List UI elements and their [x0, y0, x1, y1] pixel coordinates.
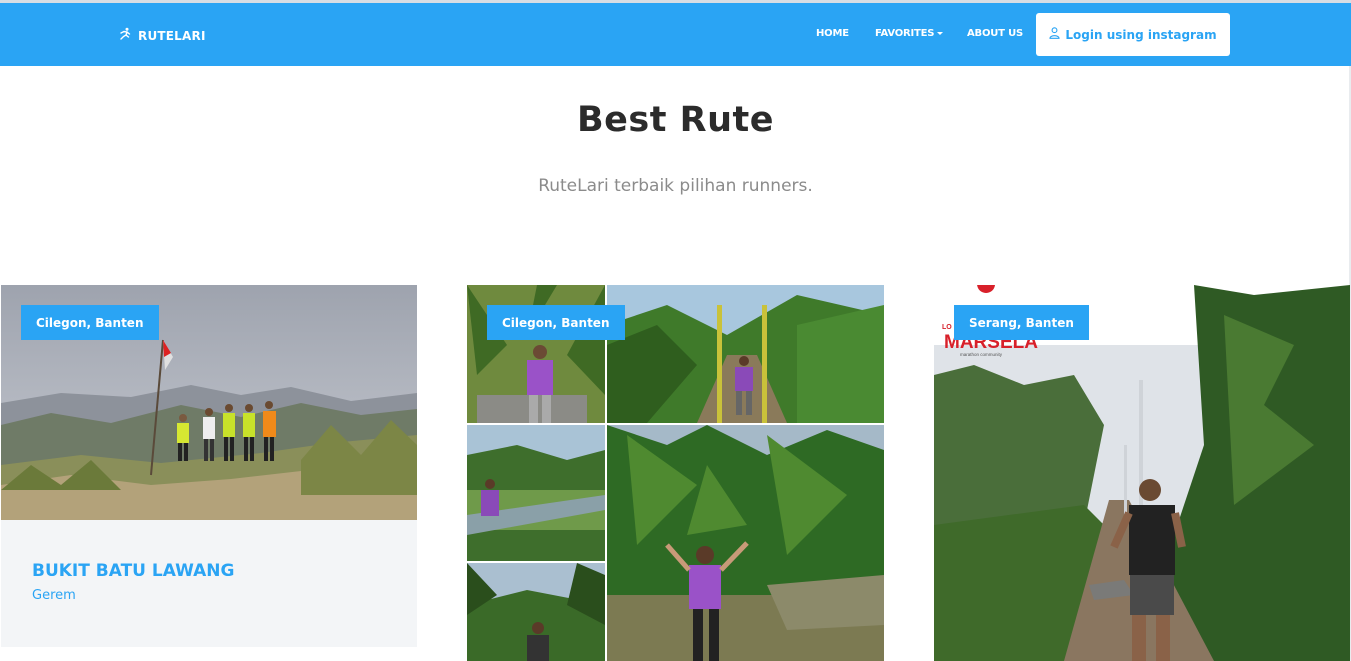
nav-favorites[interactable]: FAVORITES [875, 28, 944, 39]
navbar: RUTELARI HOME FAVORITES ABOUT US Login u… [0, 3, 1351, 66]
route-photo-collage [467, 285, 884, 661]
route-title[interactable]: BUKIT BATU LAWANG [32, 561, 234, 581]
login-instagram-button[interactable]: Login using instagram [1036, 13, 1230, 56]
nav-home[interactable]: HOME [816, 28, 849, 39]
card-body [1, 520, 417, 647]
route-subtitle: Gerem [32, 588, 76, 603]
page-title: Best Rute [577, 100, 774, 140]
location-badge[interactable]: Cilegon, Banten [487, 305, 625, 340]
nav-about[interactable]: ABOUT US [967, 28, 1023, 39]
caret-down-icon [937, 31, 944, 35]
route-card-serang[interactable]: LO MARSELA marathon community Serang, Ba… [934, 285, 1350, 661]
location-badge[interactable]: Serang, Banten [954, 305, 1089, 340]
route-photo: LO MARSELA marathon community [934, 285, 1350, 661]
page-subtitle: RuteLari terbaik pilihan runners. [538, 176, 813, 196]
logo-small-text: marathon community [960, 352, 1003, 357]
brand-link[interactable]: RUTELARI [118, 27, 206, 44]
nav-favorites-label: FAVORITES [875, 28, 935, 39]
login-label: Login using instagram [1065, 27, 1217, 42]
route-card-bukit-batu-lawang[interactable]: Cilegon, Banten BUKIT BATU LAWANG Gerem [1, 285, 417, 647]
brand-label: RUTELARI [138, 28, 206, 43]
running-icon [118, 27, 132, 44]
logo-prefix: LO [942, 324, 952, 331]
location-badge[interactable]: Cilegon, Banten [21, 305, 159, 340]
route-card-cilegon-collage[interactable]: Cilegon, Banten [467, 285, 884, 661]
user-icon [1049, 27, 1060, 42]
